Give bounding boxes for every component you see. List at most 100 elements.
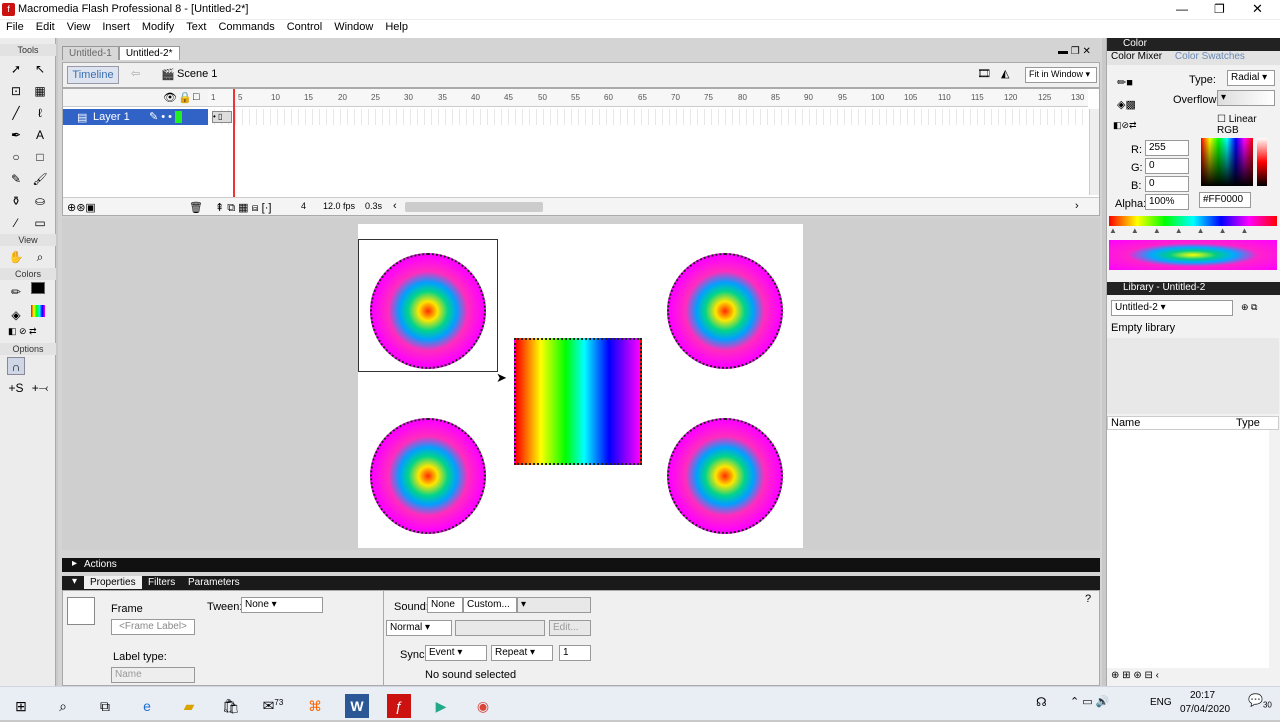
collapse-arrow-icon[interactable]: ▸ <box>72 558 77 569</box>
pen-icon[interactable]: ✒ <box>7 126 25 144</box>
menu-text[interactable]: Text <box>180 20 212 34</box>
mail-icon[interactable]: ✉73 <box>261 691 285 715</box>
menu-commands[interactable]: Commands <box>212 20 280 34</box>
maximize-button[interactable]: ❐ <box>1214 2 1225 16</box>
col-type[interactable]: Type <box>1236 417 1260 429</box>
brush-icon[interactable]: 🖌 <box>31 170 49 188</box>
insert-layer-icon[interactable]: ⊕⊛▣ <box>67 201 96 214</box>
library-list[interactable] <box>1107 430 1269 668</box>
store-icon[interactable]: 🛍 <box>219 694 243 718</box>
color-spectrum[interactable] <box>1201 138 1253 186</box>
label-type-select[interactable]: Name <box>111 667 195 683</box>
chrome-icon[interactable]: ◉ <box>471 694 495 718</box>
tab-untitled-1[interactable]: Untitled-1 <box>62 46 119 60</box>
stroke-color-icon[interactable]: ✏ <box>7 283 25 301</box>
free-transform-icon[interactable]: ⊡ <box>7 82 25 100</box>
menu-insert[interactable]: Insert <box>96 20 136 34</box>
gradient-pointers[interactable]: ▲▲▲▲▲▲▲ <box>1109 226 1262 235</box>
tab-parameters[interactable]: Parameters <box>188 577 240 588</box>
g-input[interactable]: 0 <box>1145 158 1189 174</box>
frame-row[interactable] <box>208 109 1088 125</box>
horizontal-scroll-thumb[interactable] <box>405 202 543 212</box>
minimize-button[interactable]: — <box>1176 2 1188 16</box>
notifications-icon[interactable]: 💬30 <box>1248 693 1272 709</box>
gradient-circle-top-right[interactable] <box>667 253 783 369</box>
close-button[interactable]: ✕ <box>1252 1 1263 17</box>
type-select[interactable]: Radial ▾ <box>1227 70 1275 86</box>
actions-panel-bar[interactable]: ▸ Actions <box>62 558 1100 572</box>
brightness-slider[interactable] <box>1257 138 1267 186</box>
library-doc-select[interactable]: Untitled-2 ▾ <box>1111 300 1233 316</box>
lock-icon[interactable]: 🔒 <box>178 91 192 104</box>
frame-label-input[interactable]: <Frame Label> <box>111 619 195 635</box>
timeline-scrollbar[interactable] <box>1089 109 1099 195</box>
fill-bucket-icon[interactable]: ◈▩ <box>1117 98 1136 111</box>
effect-select[interactable]: Normal ▾ <box>386 620 452 636</box>
tab-filters[interactable]: Filters <box>148 577 175 588</box>
timeline-toggle-button[interactable]: Timeline <box>67 66 119 84</box>
sound-select[interactable]: None <box>427 597 463 613</box>
stroke-swatch[interactable] <box>31 282 45 294</box>
custom-button[interactable]: Custom... <box>463 597 517 613</box>
r-input[interactable]: 255 <box>1145 140 1189 156</box>
gradient-transform-icon[interactable]: ▦ <box>31 82 49 100</box>
hand-icon[interactable]: ✋ <box>7 248 25 266</box>
terminal-icon[interactable]: ▶ <box>429 694 453 718</box>
scroll-left-icon[interactable]: ‹ <box>393 200 397 212</box>
effect-options-select[interactable] <box>455 620 545 636</box>
file-explorer-icon[interactable]: ▰ <box>177 694 201 718</box>
eye-icon[interactable]: 👁 <box>163 91 177 104</box>
xampp-icon[interactable]: ⌘ <box>303 694 327 718</box>
gradient-bar[interactable] <box>1109 216 1277 226</box>
lasso-icon[interactable]: ℓ <box>31 104 49 122</box>
gradient-circle-top-left[interactable] <box>370 253 486 369</box>
actions-label[interactable]: Actions <box>84 559 117 570</box>
tab-untitled-2[interactable]: Untitled-2* <box>118 46 180 60</box>
text-icon[interactable]: A <box>31 126 49 144</box>
line-icon[interactable]: ╱ <box>7 104 25 122</box>
doc-window-controls[interactable]: ▬ ❐ ✕ <box>1058 46 1091 57</box>
onion-skin-icons[interactable]: ⇞ ⧉ ▦ ⧈ [·] <box>215 201 271 215</box>
repeat-count-input[interactable]: 1 <box>559 645 591 661</box>
b-input[interactable]: 0 <box>1145 176 1189 192</box>
people-icon[interactable]: ☊ <box>1036 695 1047 709</box>
ink-bottle-icon[interactable]: ⚱ <box>7 192 25 210</box>
tab-color-mixer[interactable]: Color Mixer <box>1111 51 1162 62</box>
menu-control[interactable]: Control <box>281 20 328 34</box>
edit-scene-icon[interactable]: 🎞 <box>977 67 991 80</box>
library-footer-icons[interactable]: ⊕ ⊞ ⊛ ⊟ ‹ <box>1111 670 1159 681</box>
repeat-select[interactable]: Repeat ▾ <box>491 645 553 661</box>
outline-icon[interactable]: □ <box>193 91 200 103</box>
library-panel-header[interactable]: Library - Untitled-2 <box>1107 282 1280 295</box>
gradient-rectangle[interactable] <box>514 338 642 465</box>
task-view-icon[interactable]: ⧉ <box>93 694 117 718</box>
oval-icon[interactable]: ○ <box>7 148 25 166</box>
sound-effect-select[interactable]: ▾ <box>517 597 591 613</box>
tween-select[interactable]: None ▾ <box>241 597 323 613</box>
menu-modify[interactable]: Modify <box>136 20 180 34</box>
menu-view[interactable]: View <box>61 20 97 34</box>
layer-row[interactable]: ▤ Layer 1 ✎ • • ■ <box>63 109 208 125</box>
library-pin-icons[interactable]: ⊕ ⧉ <box>1241 302 1257 313</box>
overflow-select[interactable]: ▾ <box>1217 90 1275 106</box>
color-panel-header[interactable]: Color <box>1107 38 1280 51</box>
smooth-icon[interactable]: +S <box>7 379 25 397</box>
snap-magnet-icon[interactable]: ∩ <box>7 357 25 375</box>
hex-input[interactable]: #FF0000 <box>1199 192 1251 208</box>
paint-bucket-icon[interactable]: ⛀ <box>31 192 49 210</box>
keyframe[interactable]: • ▯ <box>212 111 232 123</box>
swap-colors-icon[interactable]: ◧ ⊘ ⇄ <box>4 326 55 337</box>
help-icon[interactable]: ? <box>1085 593 1091 605</box>
flash-taskbar-icon[interactable]: ƒ <box>387 693 411 718</box>
clock-date[interactable]: 07/04/2020 <box>1180 704 1230 715</box>
edit-symbol-icon[interactable]: ◭ <box>1001 67 1009 80</box>
back-arrow-icon[interactable]: ⇦ <box>131 67 140 80</box>
fill-swatch[interactable] <box>31 305 45 317</box>
gradient-circle-bottom-right[interactable] <box>667 418 783 534</box>
word-icon[interactable]: W <box>345 693 369 718</box>
tab-properties[interactable]: Properties <box>84 576 142 589</box>
zoom-icon[interactable]: ⌕ <box>31 248 49 266</box>
windows-start-icon[interactable]: ⊞ <box>9 694 33 718</box>
linear-rgb-checkbox[interactable]: ☐ Linear RGB <box>1217 114 1280 136</box>
subselect-icon[interactable]: ↖ <box>31 60 49 78</box>
